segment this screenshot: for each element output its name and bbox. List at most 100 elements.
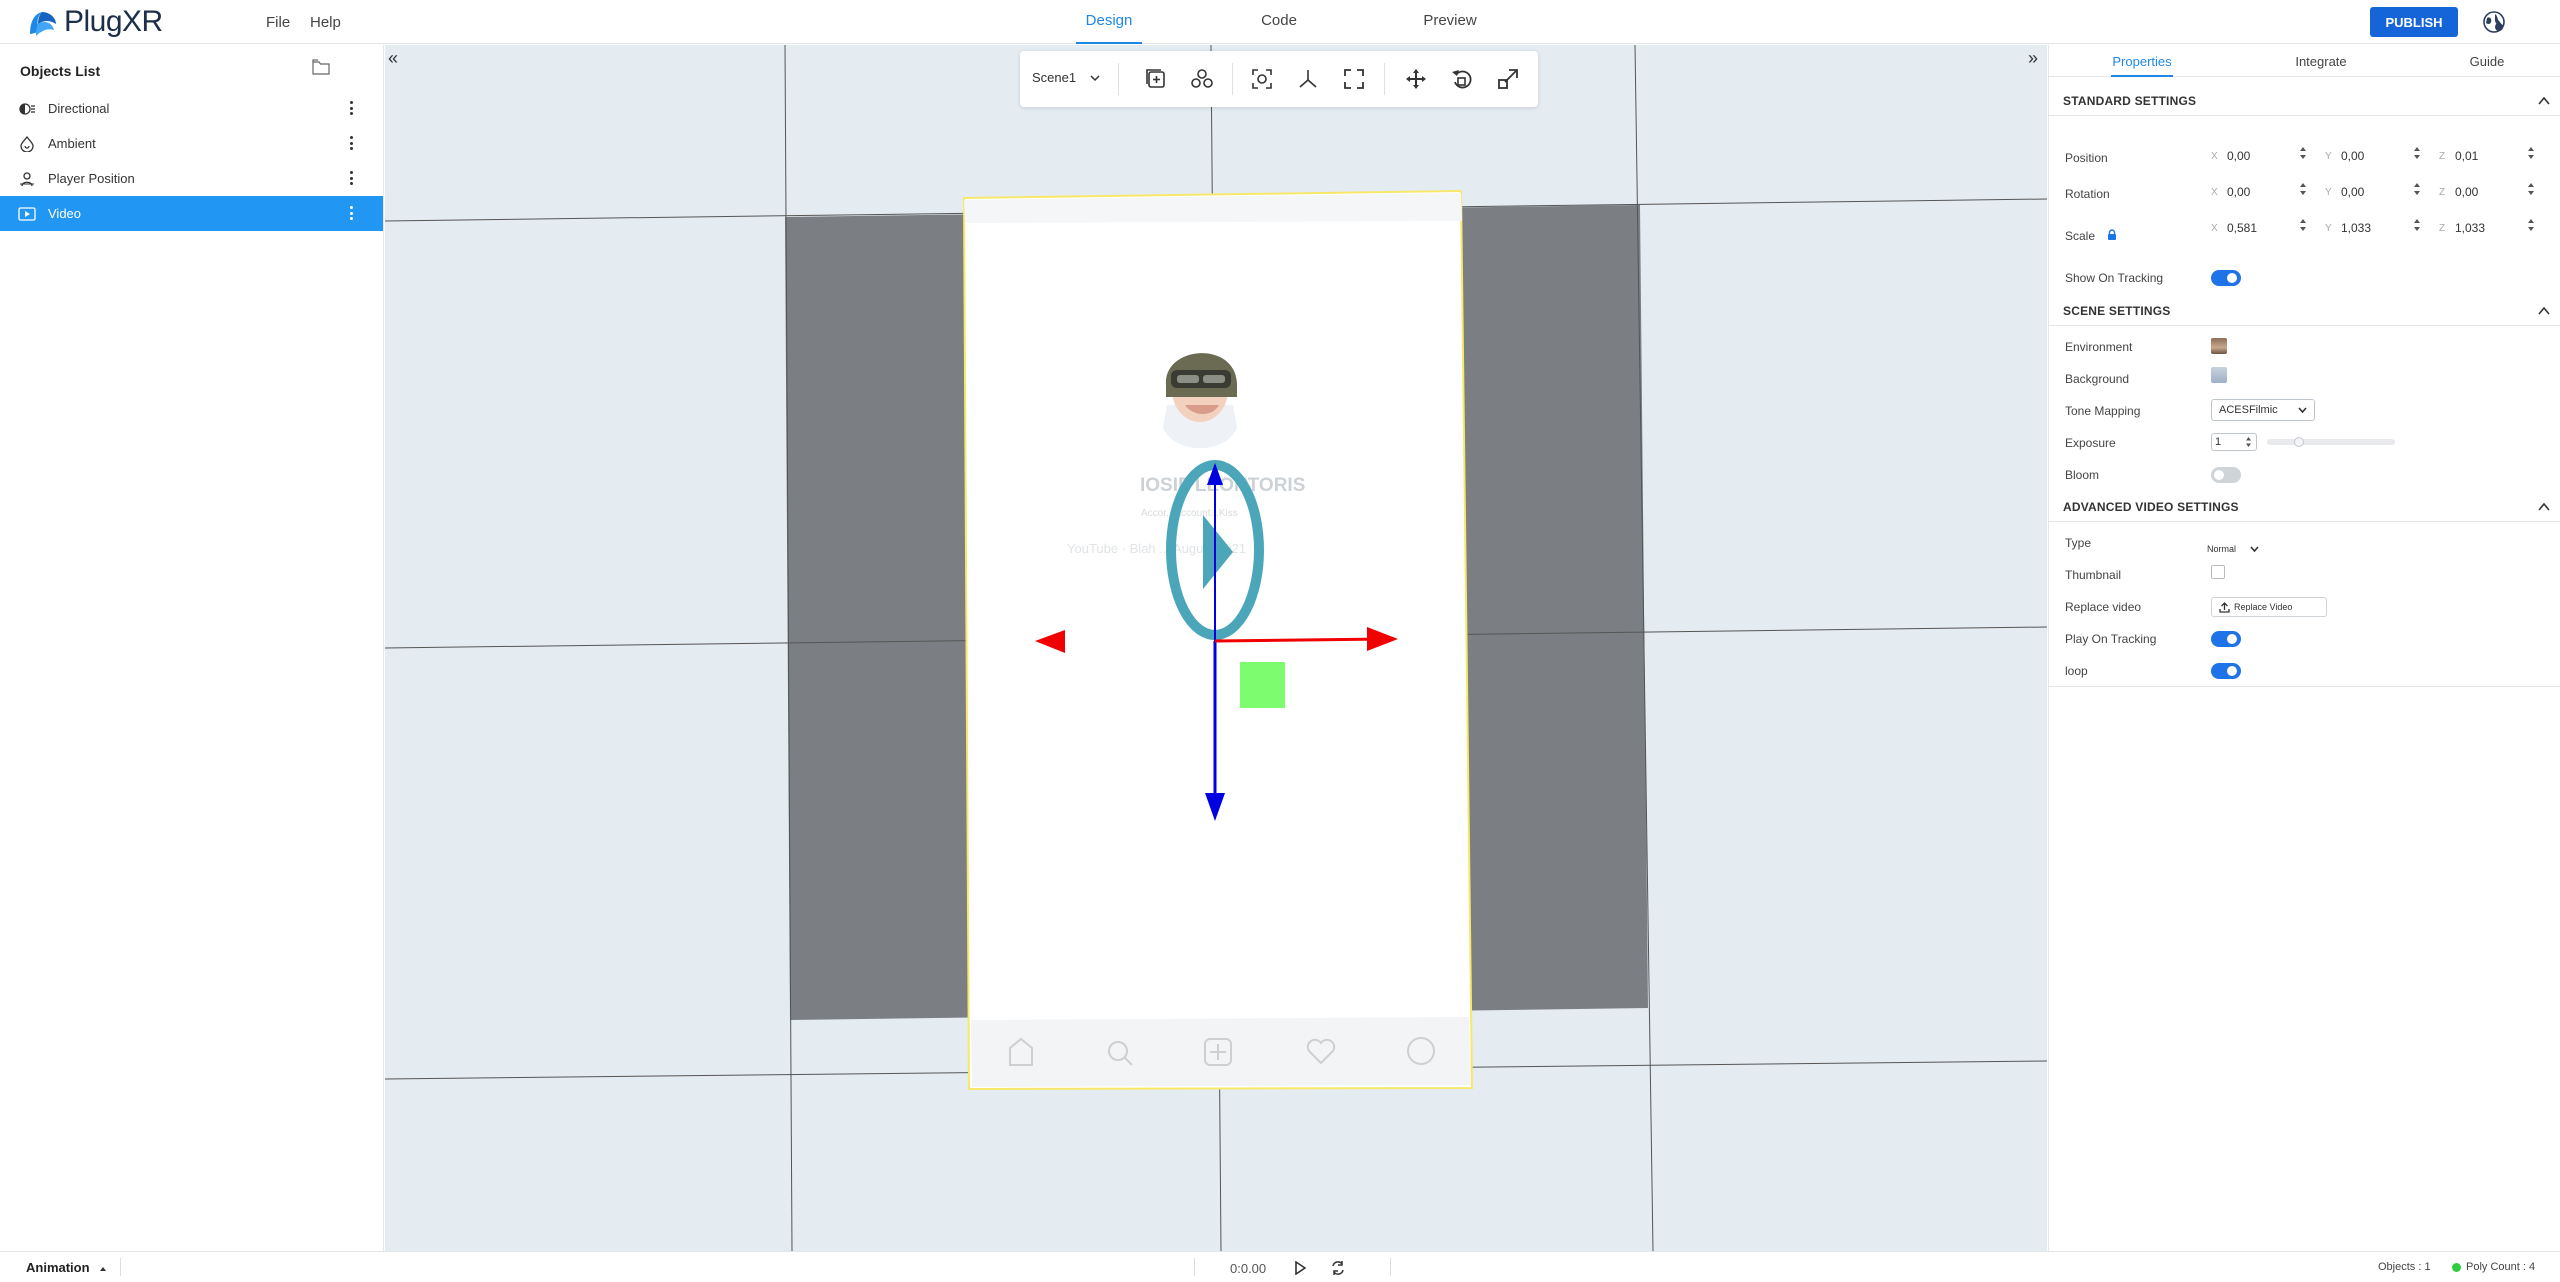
scale-y-value[interactable]: 1,033 bbox=[2341, 221, 2421, 235]
rotation-x-field[interactable]: X 0,00 bbox=[2211, 185, 2307, 199]
scale-x-field[interactable]: X 0,581 bbox=[2211, 221, 2307, 235]
spinner-icon[interactable] bbox=[2413, 146, 2421, 160]
object-item-label: Player Position bbox=[48, 171, 135, 186]
tone-mapping-value: ACESFilmic bbox=[2219, 404, 2278, 416]
collapse-right-icon[interactable]: » bbox=[2028, 48, 2038, 69]
tab-code[interactable]: Code bbox=[1254, 12, 1304, 44]
play-on-tracking-toggle[interactable] bbox=[2211, 631, 2241, 647]
gizmo-plane-handle[interactable] bbox=[1240, 662, 1285, 708]
scale-z-field[interactable]: Z 1,033 bbox=[2439, 221, 2535, 235]
rotation-x-value[interactable]: 0,00 bbox=[2227, 185, 2307, 199]
objects-group-icon[interactable] bbox=[1190, 67, 1214, 91]
top-bar: PlugXR File Help Design Code Preview PUB… bbox=[0, 0, 2560, 44]
position-x-value[interactable]: 0,00 bbox=[2227, 149, 2307, 163]
scale-tool-icon[interactable] bbox=[1496, 67, 1520, 91]
axis-x-label: X bbox=[2211, 186, 2218, 198]
chevron-up-icon[interactable] bbox=[2537, 304, 2551, 318]
more-options-icon[interactable] bbox=[349, 171, 353, 185]
tab-preview[interactable]: Preview bbox=[1420, 12, 1480, 44]
exposure-slider[interactable] bbox=[2267, 439, 2395, 445]
spinner-icon[interactable] bbox=[2413, 218, 2421, 232]
standard-settings-header[interactable]: STANDARD SETTINGS bbox=[2049, 86, 2560, 116]
objects-list-title: Objects List bbox=[20, 63, 101, 79]
replace-video-button[interactable]: Replace Video bbox=[2211, 597, 2327, 617]
more-options-icon[interactable] bbox=[349, 101, 353, 115]
animation-toggle[interactable]: Animation bbox=[26, 1260, 107, 1275]
spinner-icon[interactable] bbox=[2413, 182, 2421, 196]
tab-integrate[interactable]: Integrate bbox=[2293, 54, 2349, 77]
spinner-icon[interactable] bbox=[2299, 182, 2307, 196]
tab-guide[interactable]: Guide bbox=[2467, 54, 2507, 77]
spinner-icon[interactable] bbox=[2527, 218, 2535, 232]
position-z-field[interactable]: Z 0,01 bbox=[2439, 149, 2535, 163]
spinner-icon[interactable] bbox=[2527, 182, 2535, 196]
loop-toggle[interactable] bbox=[2211, 663, 2241, 679]
toggle-knob bbox=[2227, 634, 2237, 644]
rotation-y-value[interactable]: 0,00 bbox=[2341, 185, 2421, 199]
objects-list: Directional Ambient Player Position Vide… bbox=[0, 91, 383, 231]
scene-viewport[interactable]: IOSIF LEONTORIS Accor...Account...Kiss Y… bbox=[385, 45, 2047, 1251]
scale-y-field[interactable]: Y 1,033 bbox=[2325, 221, 2421, 235]
axis-view-icon[interactable] bbox=[1296, 67, 1320, 91]
chevron-up-icon[interactable] bbox=[2537, 500, 2551, 514]
video-type-select[interactable]: Normal bbox=[2207, 544, 2259, 554]
publish-button[interactable]: PUBLISH bbox=[2370, 7, 2458, 37]
exposure-input[interactable]: 1 bbox=[2211, 433, 2257, 451]
scale-z-value[interactable]: 1,033 bbox=[2455, 221, 2535, 235]
add-folder-icon[interactable] bbox=[312, 59, 330, 75]
menu-help[interactable]: Help bbox=[310, 14, 341, 31]
environment-thumbnail[interactable] bbox=[2211, 338, 2227, 354]
tab-properties[interactable]: Properties bbox=[2111, 54, 2173, 77]
tone-mapping-select[interactable]: ACESFilmic bbox=[2211, 399, 2315, 421]
spinner-icon[interactable] bbox=[2299, 146, 2307, 160]
object-item-directional[interactable]: Directional bbox=[0, 91, 383, 126]
plugxr-logo[interactable]: PlugXR bbox=[24, 4, 163, 40]
collapse-left-icon[interactable]: « bbox=[388, 48, 398, 69]
lock-icon[interactable] bbox=[2107, 229, 2117, 241]
more-options-icon[interactable] bbox=[349, 206, 353, 220]
spinner-icon[interactable] bbox=[2299, 218, 2307, 232]
toolbar-divider bbox=[1384, 63, 1385, 95]
bloom-toggle[interactable] bbox=[2211, 467, 2241, 483]
play-icon[interactable] bbox=[1294, 1261, 1306, 1275]
globe-user-icon[interactable] bbox=[2482, 10, 2506, 34]
more-options-icon[interactable] bbox=[349, 136, 353, 150]
loop-icon[interactable] bbox=[1330, 1260, 1346, 1276]
scene-settings-header[interactable]: SCENE SETTINGS bbox=[2049, 296, 2560, 326]
ambient-light-icon bbox=[18, 135, 36, 152]
position-y-value[interactable]: 0,00 bbox=[2341, 149, 2421, 163]
rotation-z-value[interactable]: 0,00 bbox=[2455, 185, 2535, 199]
scale-x-value[interactable]: 0,581 bbox=[2227, 221, 2307, 235]
rotation-z-field[interactable]: Z 0,00 bbox=[2439, 185, 2535, 199]
scene-select[interactable]: Scene1 bbox=[1032, 70, 1100, 85]
axis-z-label: Z bbox=[2439, 222, 2446, 234]
move-tool-icon[interactable] bbox=[1404, 67, 1428, 91]
object-item-video[interactable]: Video bbox=[0, 196, 383, 231]
bar-divider bbox=[1194, 1258, 1195, 1276]
exposure-slider-knob[interactable] bbox=[2294, 437, 2304, 447]
show-on-tracking-toggle[interactable] bbox=[2211, 270, 2241, 286]
rotation-y-field[interactable]: Y 0,00 bbox=[2325, 185, 2421, 199]
chevron-down-icon bbox=[1090, 74, 1100, 81]
menu-file[interactable]: File bbox=[266, 14, 290, 31]
add-object-icon[interactable] bbox=[1144, 67, 1168, 91]
object-item-player-position[interactable]: Player Position bbox=[0, 161, 383, 196]
video-thumbnail[interactable] bbox=[2211, 565, 2225, 579]
scene-canvas[interactable]: IOSIF LEONTORIS Accor...Account...Kiss Y… bbox=[385, 45, 2047, 1251]
object-item-ambient[interactable]: Ambient bbox=[0, 126, 383, 161]
advanced-video-settings-header[interactable]: ADVANCED VIDEO SETTINGS bbox=[2049, 492, 2560, 522]
rotate-tool-icon[interactable] bbox=[1450, 67, 1474, 91]
chevron-up-icon[interactable] bbox=[2537, 94, 2551, 108]
fullscreen-icon[interactable] bbox=[1342, 67, 1366, 91]
tab-design[interactable]: Design bbox=[1076, 12, 1142, 44]
position-y-field[interactable]: Y 0,00 bbox=[2325, 149, 2421, 163]
focus-object-icon[interactable] bbox=[1250, 67, 1274, 91]
background-thumbnail[interactable] bbox=[2211, 367, 2227, 383]
position-z-value[interactable]: 0,01 bbox=[2455, 149, 2535, 163]
spinner-icon[interactable] bbox=[2527, 146, 2535, 160]
position-x-field[interactable]: X 0,00 bbox=[2211, 149, 2307, 163]
toggle-knob bbox=[2227, 666, 2237, 676]
animation-label: Animation bbox=[26, 1260, 90, 1275]
axis-x-label: X bbox=[2211, 150, 2218, 162]
spinner-icon[interactable] bbox=[2245, 436, 2252, 448]
